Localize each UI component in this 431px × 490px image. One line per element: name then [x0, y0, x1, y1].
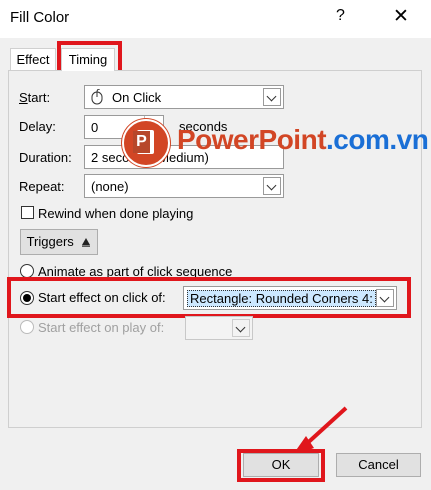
duration-label: Duration:	[19, 150, 72, 165]
click-of-value: Rectangle: Rounded Corners 4:	[187, 290, 376, 307]
delay-label: Delay:	[19, 119, 56, 134]
click-of-dropdown-arrow[interactable]	[376, 289, 394, 307]
watermark-text: PowerPoint.com.vn	[177, 124, 429, 156]
title-bar: Fill Color ? ✕	[0, 0, 431, 38]
watermark-text-a: PowerPoint	[177, 124, 327, 155]
window-title: Fill Color	[10, 9, 70, 26]
start-label-rest: tart:	[27, 90, 51, 105]
rewind-checkbox[interactable]	[21, 206, 34, 219]
rewind-label: Rewind when done playing	[38, 206, 194, 221]
animate-sequence-label: Animate as part of click sequence	[38, 264, 233, 279]
start-dropdown[interactable]: On Click	[84, 85, 284, 109]
logo-p: P	[133, 131, 150, 153]
mouse-icon	[91, 89, 103, 105]
powerpoint-watermark: P PowerPoint.com.vn	[122, 117, 429, 167]
play-of-dropdown	[185, 316, 253, 340]
repeat-dropdown[interactable]: (none)	[84, 174, 284, 198]
play-of-radio	[20, 320, 34, 334]
watermark-text-b: .com.vn	[326, 124, 429, 155]
close-button[interactable]: ✕	[393, 5, 409, 28]
click-of-label: Start effect on click of:	[38, 290, 166, 305]
click-of-dropdown[interactable]: Rectangle: Rounded Corners 4:	[183, 286, 397, 310]
start-value: On Click	[112, 90, 162, 105]
click-of-radio[interactable]	[20, 291, 34, 305]
triangle-up-icon	[82, 238, 91, 247]
repeat-dropdown-arrow[interactable]	[263, 177, 281, 195]
tab-effect[interactable]: Effect	[10, 48, 56, 71]
repeat-value: (none)	[91, 179, 129, 194]
help-button[interactable]: ?	[336, 7, 345, 25]
start-label: Start:	[19, 90, 51, 105]
cancel-button[interactable]: Cancel	[336, 453, 421, 477]
powerpoint-logo-icon: P	[122, 119, 170, 167]
play-of-dropdown-arrow	[232, 319, 250, 337]
animate-sequence-radio[interactable]	[20, 264, 34, 278]
triggers-button[interactable]: Triggers	[20, 229, 98, 255]
tab-timing[interactable]: Timing	[61, 48, 115, 71]
repeat-label: Repeat:	[19, 179, 65, 194]
play-of-label: Start effect on play of:	[38, 320, 165, 335]
delay-value: 0	[91, 120, 99, 135]
ok-button[interactable]: OK	[243, 453, 319, 477]
start-dropdown-arrow[interactable]	[263, 88, 281, 106]
triggers-label: Triggers	[26, 234, 74, 249]
